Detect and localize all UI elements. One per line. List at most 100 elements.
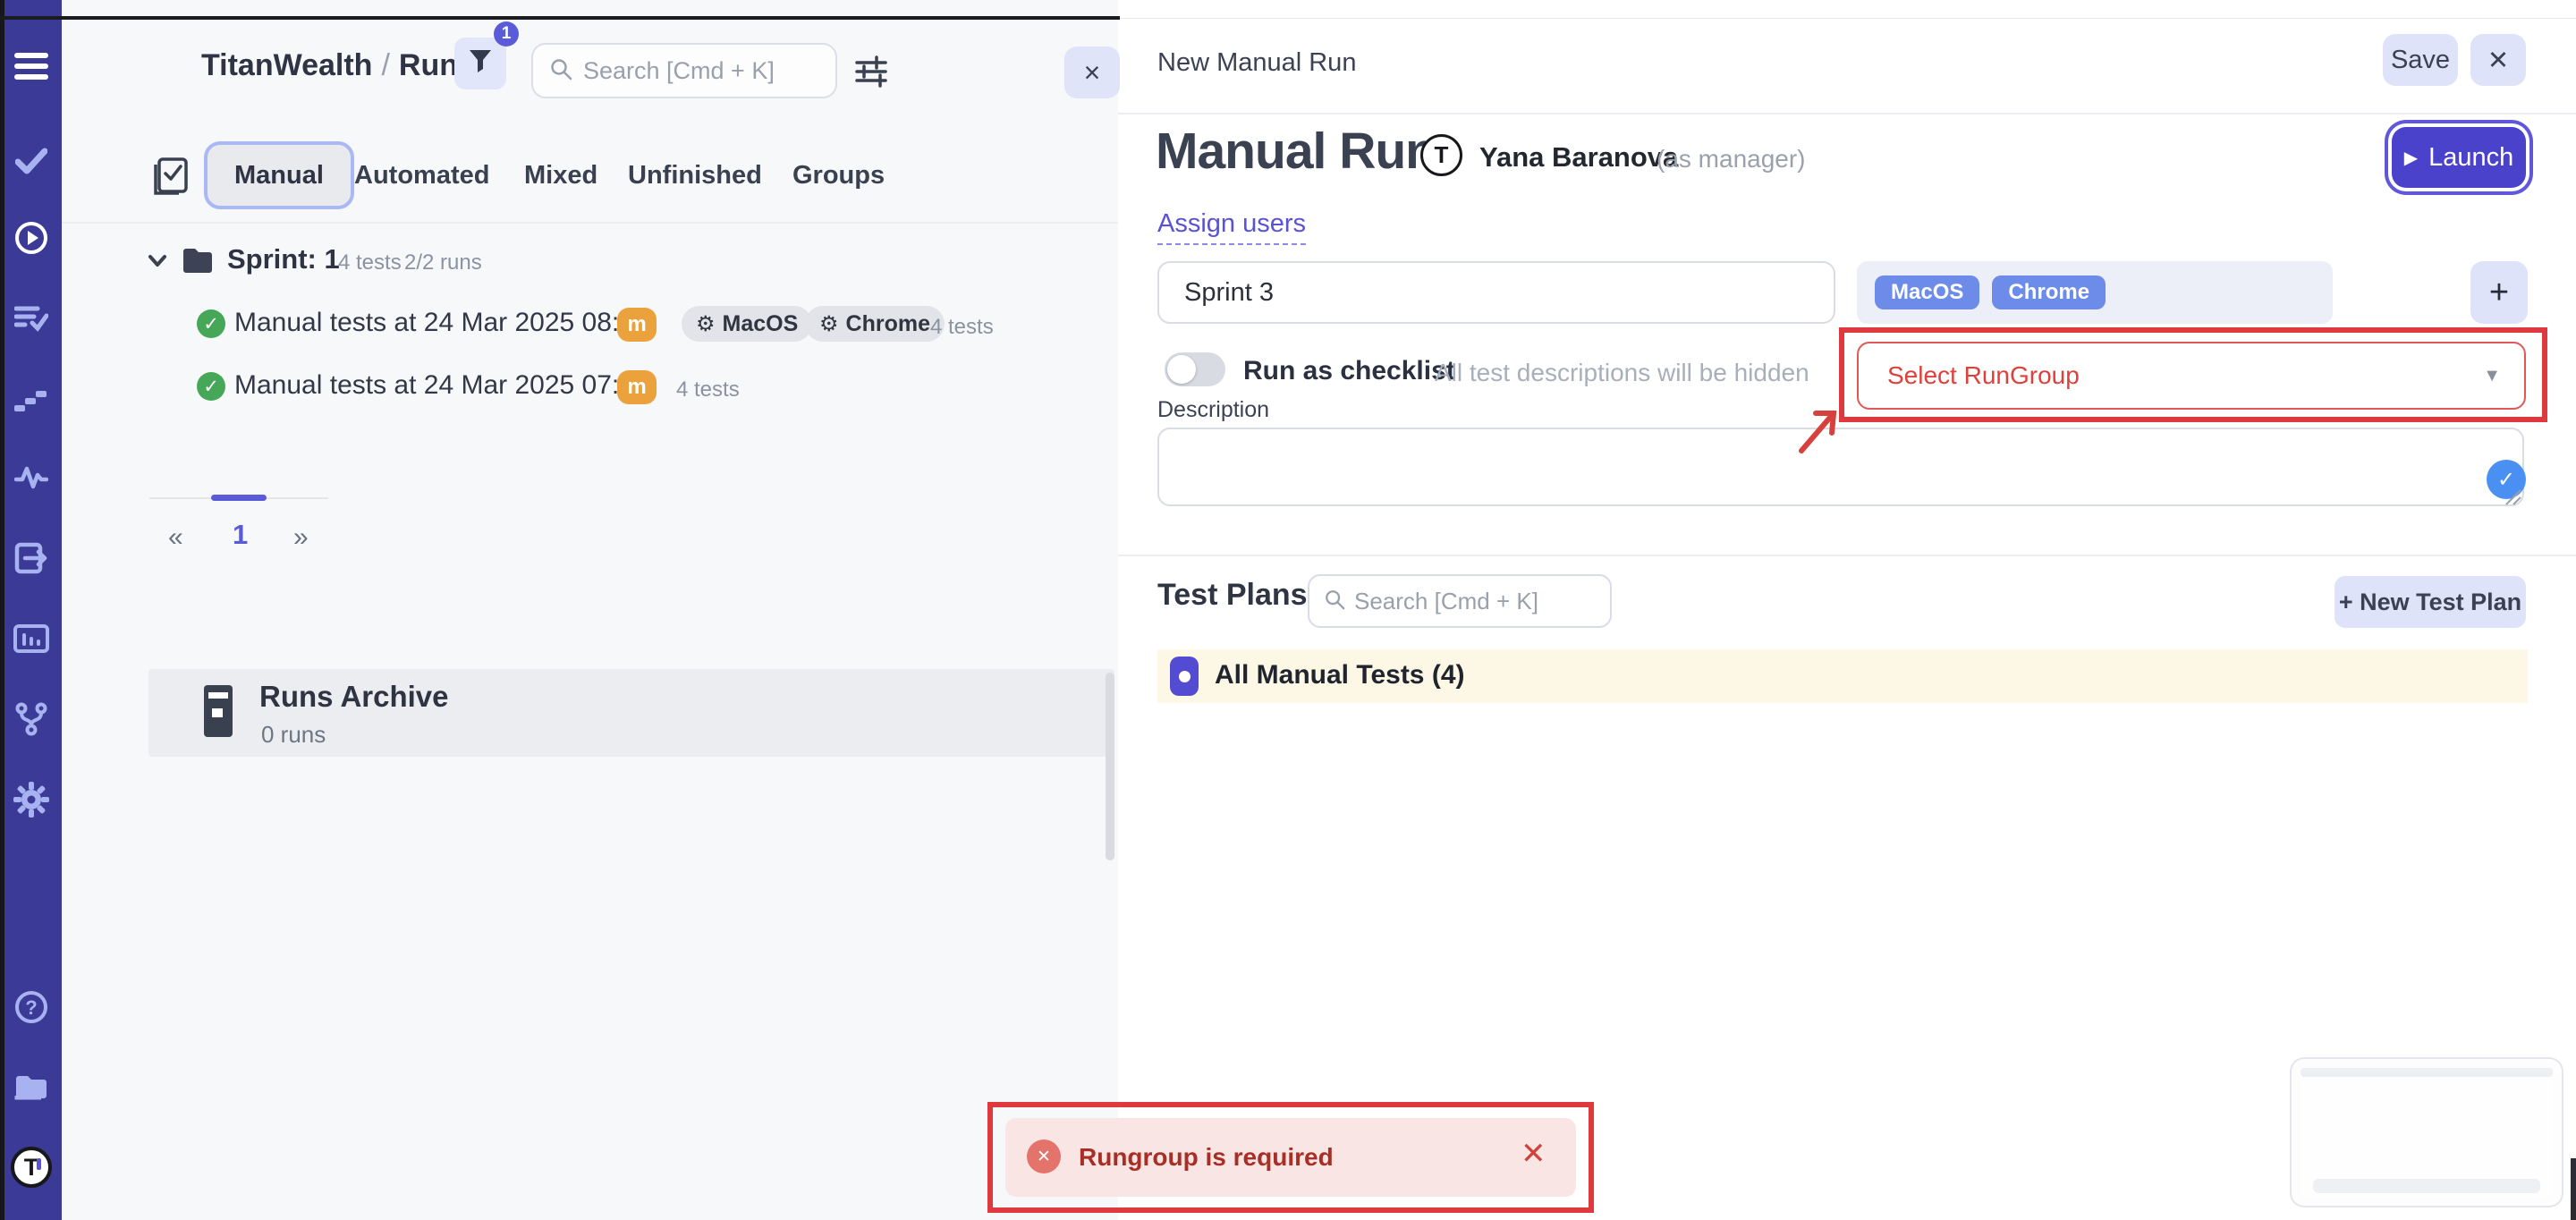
tab-manual[interactable]: Manual [204, 141, 354, 209]
app-logo[interactable]: T [11, 1147, 52, 1188]
search-input[interactable] [583, 57, 819, 85]
screenshot-preview-overlay [2290, 1057, 2563, 1207]
play-icon: ▶ [2404, 147, 2418, 169]
breadcrumb-separator: / [372, 48, 398, 82]
run-title-input[interactable] [1157, 261, 1835, 324]
search-icon [1324, 589, 1345, 614]
search-icon [549, 57, 572, 85]
sprint-folder-icon[interactable] [181, 245, 215, 274]
help-icon[interactable]: ? [13, 987, 50, 1027]
run-tests-count: 4 tests [930, 315, 994, 340]
screenshot-preview-dock [2313, 1179, 2540, 1193]
run-row-title[interactable]: Manual tests at 24 Mar 2025 07:57 [234, 370, 649, 401]
window-left-edge [0, 0, 4, 1220]
logo-accent [37, 1158, 41, 1170]
list-check-icon[interactable] [13, 299, 50, 338]
owner-avatar: T [1420, 134, 1462, 176]
add-environment-button[interactable]: + [2470, 261, 2528, 324]
drawer-title: New Manual Run [1157, 48, 1356, 78]
archive-box-icon [200, 683, 236, 739]
run-type-badge: m [617, 370, 657, 404]
close-drawer-button[interactable]: ✕ [2470, 34, 2526, 86]
window-right-edge [2571, 1158, 2576, 1220]
run-passed-icon: ✓ [197, 309, 225, 338]
tab-groups[interactable]: Groups [792, 161, 885, 191]
tests-check-icon[interactable] [13, 141, 50, 181]
filter-settings-icon[interactable] [853, 54, 889, 89]
screenshot-preview-content [2301, 1068, 2553, 1197]
environments-field[interactable]: MacOS Chrome [1857, 261, 2333, 324]
tabs-divider [62, 222, 1118, 224]
pagination-page-1[interactable]: 1 [233, 519, 248, 551]
owner-role: (as manager) [1657, 145, 1806, 174]
save-button[interactable]: Save [2383, 34, 2458, 86]
run-as-checklist-toggle[interactable] [1165, 352, 1225, 386]
activity-pulse-icon[interactable] [13, 458, 50, 497]
assign-users-link[interactable]: Assign users [1157, 209, 1306, 245]
folder-icon[interactable] [13, 1066, 50, 1106]
run-passed-icon: ✓ [197, 372, 225, 401]
collapse-panel-button[interactable]: × [1064, 47, 1120, 98]
env-badge-macos: ⚙ MacOS [682, 306, 812, 342]
annotation-box-rungroup [1839, 327, 2547, 422]
chevron-down-icon[interactable] [147, 252, 168, 270]
breadcrumb-project[interactable]: TitanWealth [201, 48, 372, 82]
close-icon: ✕ [2487, 45, 2509, 76]
test-plans-title: Test Plans [1157, 578, 1308, 613]
checklist-hint: All test descriptions will be hidden [1435, 359, 1809, 387]
screenshot-preview-topbar [2301, 1068, 2553, 1077]
test-plans-search[interactable] [1308, 574, 1612, 628]
gear-icon: ⚙ [819, 311, 839, 337]
toggle-knob [1167, 355, 1196, 384]
owner-name: Yana Baranova [1479, 141, 1678, 174]
launch-button[interactable]: ▶ Launch [2392, 127, 2526, 188]
steps-icon[interactable] [13, 379, 50, 419]
bulk-select-icon[interactable] [152, 156, 191, 197]
run-tests-count: 4 tests [676, 377, 740, 402]
menu-icon[interactable] [13, 47, 50, 86]
archive-title: Runs Archive [259, 680, 449, 714]
horizontal-scrollbar-thumb[interactable] [211, 495, 267, 501]
checklist-label: Run as checklist [1243, 356, 1455, 386]
textarea-resize-handle[interactable] [2503, 487, 2522, 506]
run-type-badge: m [617, 308, 657, 342]
test-plans-search-input[interactable] [1354, 588, 1596, 615]
runs-play-circle-icon[interactable] [13, 218, 50, 258]
window-top-edge [0, 16, 1120, 20]
run-row-title[interactable]: Manual tests at 24 Mar 2025 08:08 [234, 308, 649, 338]
archive-count: 0 runs [261, 721, 326, 749]
funnel-icon [469, 49, 492, 79]
sprint-runs-count: 2/2 runs [404, 250, 482, 275]
svg-text:?: ? [25, 996, 37, 1019]
test-plan-label: All Manual Tests (4) [1215, 660, 1465, 690]
new-test-plan-button[interactable]: + New Test Plan [2334, 576, 2526, 628]
gear-icon[interactable] [13, 780, 50, 819]
app-sidebar [0, 0, 62, 1220]
tab-automated[interactable]: Automated [354, 161, 489, 191]
git-branch-icon[interactable] [13, 699, 50, 739]
sprint-tests-count: 4 tests [338, 250, 402, 275]
filter-count-badge: 1 [494, 21, 519, 47]
annotation-arrow [1789, 401, 1848, 460]
filter-button[interactable] [454, 38, 506, 89]
panel-top-hairline [1120, 18, 2576, 19]
vertical-scrollbar-thumb[interactable] [1106, 673, 1114, 860]
page-title: Manual Run [1156, 122, 1436, 181]
test-plans-divider [1118, 555, 2576, 556]
pagination-prev[interactable]: « [168, 522, 183, 553]
drawer-header-divider [1118, 113, 2576, 114]
export-icon[interactable] [13, 538, 50, 578]
env-badge-chrome: ⚙ Chrome [805, 306, 945, 342]
env-pill-macos: MacOS [1875, 275, 1979, 309]
sprint-folder-label[interactable]: Sprint: 1 [227, 243, 340, 275]
pagination-next[interactable]: » [293, 522, 309, 553]
env-pill-chrome: Chrome [1992, 275, 2106, 309]
test-plan-radio-icon [1170, 657, 1199, 696]
tab-mixed[interactable]: Mixed [524, 161, 597, 191]
gear-icon: ⚙ [696, 311, 716, 337]
annotation-box-toast [987, 1102, 1594, 1213]
runs-search[interactable] [531, 43, 837, 98]
description-label: Description [1157, 397, 1269, 423]
tab-unfinished[interactable]: Unfinished [628, 161, 762, 191]
bar-chart-icon[interactable] [13, 619, 50, 658]
